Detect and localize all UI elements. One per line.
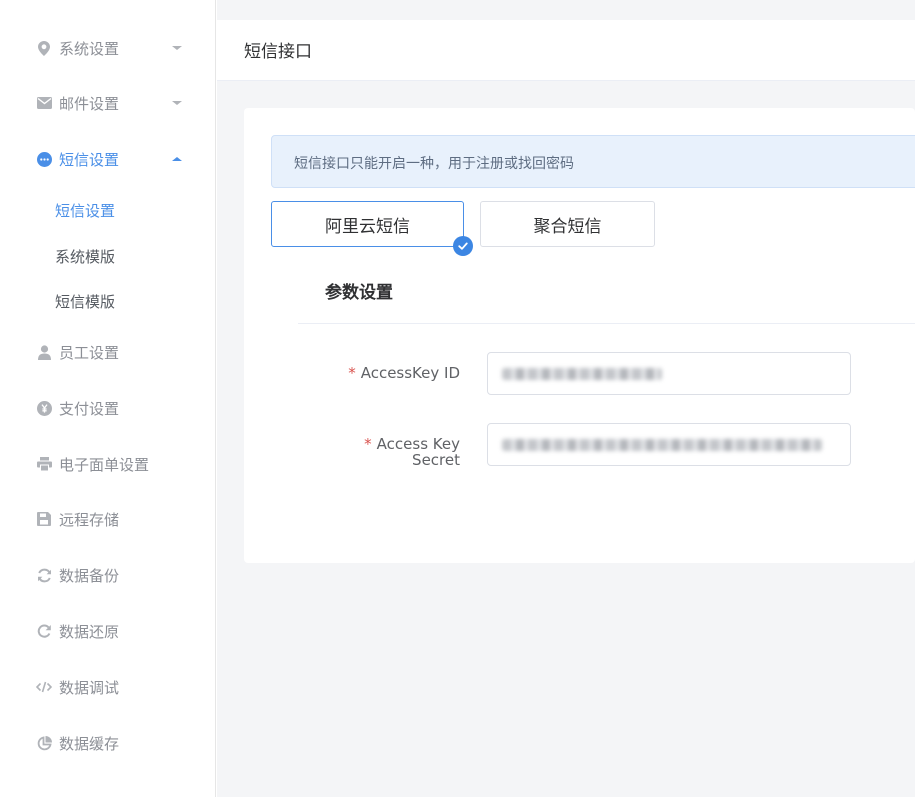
sidebar-item-data-debug[interactable]: 数据调试 <box>0 667 215 707</box>
provider-juhe-sms[interactable]: 聚合短信 <box>480 201 655 247</box>
chevron-up-icon <box>172 157 182 161</box>
sidebar-item-sms-settings[interactable]: 短信设置 <box>0 139 215 179</box>
access-key-secret-label-line2: Secret <box>412 451 460 469</box>
main-content: 短信接口 短信接口只能开启一种，用于注册或找回密码 阿里云短信 聚合短信 参数设… <box>217 0 915 797</box>
map-pin-icon <box>36 40 52 56</box>
sidebar-item-label: 数据缓存 <box>59 734 120 753</box>
section-divider <box>298 323 915 324</box>
provider-aliyun-sms[interactable]: 阿里云短信 <box>271 201 473 256</box>
sidebar-item-label: 远程存储 <box>59 510 120 529</box>
chevron-down-icon <box>172 46 182 50</box>
redo-icon <box>36 623 52 639</box>
sidebar-item-remote-storage[interactable]: 远程存储 <box>0 499 215 539</box>
sidebar-item-label: 员工设置 <box>59 343 120 362</box>
user-icon <box>36 344 52 360</box>
page-header: 短信接口 <box>217 20 915 81</box>
sidebar-item-mail-settings[interactable]: 邮件设置 <box>0 83 215 123</box>
sidebar-item-data-cache[interactable]: 数据缓存 <box>0 723 215 763</box>
yen-coin-icon <box>36 400 52 416</box>
required-mark: * <box>348 364 356 382</box>
accesskey-id-input[interactable] <box>487 352 851 395</box>
provider-label: 聚合短信 <box>533 216 602 237</box>
alert-text: 短信接口只能开启一种，用于注册或找回密码 <box>294 156 574 172</box>
required-mark: * <box>364 435 372 453</box>
redacted-value <box>502 368 662 380</box>
code-icon <box>36 679 52 695</box>
envelope-icon <box>36 95 52 111</box>
page-title: 短信接口 <box>244 42 312 62</box>
sidebar-item-system-settings[interactable]: 系统设置 <box>0 28 215 68</box>
sidebar-item-label: 数据调试 <box>59 678 120 697</box>
sync-icon <box>36 567 52 583</box>
sidebar-item-data-backup[interactable]: 数据备份 <box>0 555 215 595</box>
sidebar-item-label: 邮件设置 <box>59 94 120 113</box>
info-alert: 短信接口只能开启一种，用于注册或找回密码 <box>271 135 915 188</box>
settings-card: 短信接口只能开启一种，用于注册或找回密码 阿里云短信 聚合短信 参数设置 * Ac… <box>244 108 915 563</box>
chat-bubble-icon <box>36 151 52 167</box>
access-key-secret-input[interactable] <box>487 423 851 466</box>
pie-chart-icon <box>36 735 52 751</box>
sidebar-item-payment-settings[interactable]: 支付设置 <box>0 388 215 428</box>
floppy-disk-icon <box>36 511 52 527</box>
sidebar: 系统设置 邮件设置 短信设置 短信设置 系统模版 短信模版 员工设置 支付设置 <box>0 0 216 797</box>
chevron-down-icon <box>172 101 182 105</box>
accesskey-id-label-text: AccessKey ID <box>360 364 460 382</box>
submenu-item-sms-templates[interactable]: 短信模版 <box>55 291 115 312</box>
sidebar-item-waybill-settings[interactable]: 电子面单设置 <box>0 444 215 484</box>
sidebar-item-label: 系统设置 <box>59 39 120 58</box>
sidebar-item-label: 数据还原 <box>59 622 120 641</box>
submenu-item-sms-settings[interactable]: 短信设置 <box>55 200 115 221</box>
sidebar-item-staff-settings[interactable]: 员工设置 <box>0 332 215 372</box>
accesskey-id-label: * AccessKey ID <box>290 365 460 381</box>
sidebar-item-label: 短信设置 <box>59 150 120 169</box>
sidebar-item-label: 数据备份 <box>59 566 120 585</box>
submenu-item-system-templates[interactable]: 系统模版 <box>55 246 115 267</box>
printer-icon <box>36 456 52 472</box>
section-title: 参数设置 <box>325 283 393 303</box>
checkmark-icon <box>453 236 473 256</box>
sidebar-item-label: 电子面单设置 <box>59 455 150 474</box>
access-key-secret-label: * Access Key Secret <box>290 436 460 468</box>
redacted-value <box>502 439 822 451</box>
sidebar-item-data-restore[interactable]: 数据还原 <box>0 611 215 651</box>
sidebar-item-label: 支付设置 <box>59 399 120 418</box>
provider-label: 阿里云短信 <box>325 216 410 237</box>
